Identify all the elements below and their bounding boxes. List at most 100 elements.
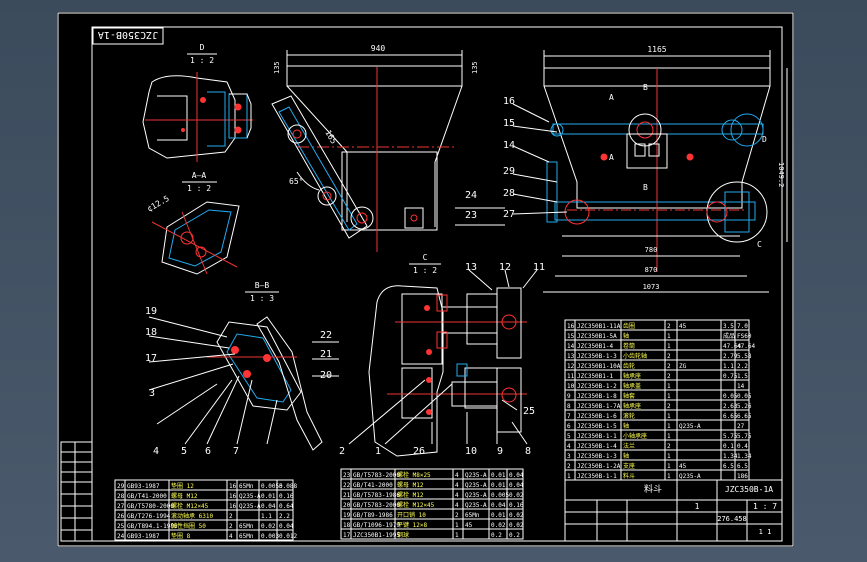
bom-right-cell: JZC350B-1-7A xyxy=(577,403,621,410)
detail-c-scale: 1 : 2 xyxy=(413,266,437,275)
drawing-sheet: JZC350B-1A D 1 : 2 A—A 1 : 2 ¢12.5 940 1… xyxy=(57,12,794,547)
bom-mid-cell: Q235-A xyxy=(465,482,487,489)
bom-right-cell: 16 xyxy=(567,323,575,330)
callout-21: 21 xyxy=(320,349,332,360)
bom-left-cell: 螺母 M12 xyxy=(171,492,198,500)
bom-mid-cell: 螺栓 M8×25 xyxy=(397,471,431,479)
bom-left-cell: GB/T41-2000 xyxy=(127,493,167,500)
bom-right-cell: JZC350B-1-4 xyxy=(577,443,617,450)
bom-right-cell: 15 xyxy=(567,333,575,340)
bom-mid-cell: Q235-A xyxy=(465,502,487,509)
bom-right-cell: 轴承座 xyxy=(623,402,641,410)
callout-29: 29 xyxy=(503,166,515,177)
bom-mid-cell: 4 xyxy=(455,472,459,479)
bom-right-cell: 5.58 xyxy=(737,353,752,360)
callout-8: 8 xyxy=(525,446,531,457)
bom-mid-cell: 0.2 xyxy=(491,532,502,539)
callout-3: 3 xyxy=(149,388,155,399)
callout-5: 5 xyxy=(181,446,187,457)
bom-right-cell: 小齿轮轴 xyxy=(623,352,647,360)
bom-right-cell: 2 xyxy=(667,373,671,380)
bom-right-cell: 0.05 xyxy=(723,393,738,400)
bom-mid-cell: 22 xyxy=(343,482,351,489)
bom-mid-cell: GB/T41-2000 xyxy=(353,482,393,489)
detail-bb-scale: 1 : 3 xyxy=(250,294,274,303)
bom-right-cell: JZC350B1-4 xyxy=(577,343,614,350)
section-mark-b2: B xyxy=(643,183,648,192)
section-mark-a2: A xyxy=(609,153,614,162)
dim-165: 165 xyxy=(323,129,338,146)
cad-viewport: JZC350B-1A D 1 : 2 A—A 1 : 2 ¢12.5 940 1… xyxy=(0,0,867,562)
callout-26: 26 xyxy=(413,446,425,457)
bom-right-cell: JZC350B-1-8 xyxy=(577,393,617,400)
bom-left-cell: GB93-1987 xyxy=(127,483,160,490)
title-block: 料斗 JZC350B-1A 1 276.458 1 : 7 1 1 xyxy=(564,479,783,542)
bom-right-cell: Q235-A xyxy=(679,423,701,430)
bom-right-cell: 1 xyxy=(667,463,671,470)
bom-left-cell: 0.04 xyxy=(279,523,294,530)
bom-left-cell: 0.04 xyxy=(261,503,276,510)
bom-left-cell: 28 xyxy=(117,493,125,500)
bom-mid-cell: 螺母 M12 xyxy=(397,481,424,489)
title-block-name: 料斗 xyxy=(644,483,662,495)
detail-mark-c: C xyxy=(757,240,762,249)
detail-c-view: C 1 : 2 xyxy=(368,253,527,457)
bom-right-cell: 1 xyxy=(667,423,671,430)
bom-right-cell: 4 xyxy=(567,443,571,450)
bom-left-cell: 2 xyxy=(229,523,233,530)
bom-right-cell: 1 xyxy=(667,333,671,340)
bom-mid-cell: GB/T5783-2000 xyxy=(353,502,400,509)
callout-14: 14 xyxy=(503,140,515,151)
bom-right-cell: JZC350B-1-1 xyxy=(577,433,617,440)
bom-left-cell: 垫圈 8 xyxy=(171,532,191,540)
bom-right-cell: 5.26 xyxy=(737,403,752,410)
title-block-scale: 1 : 7 xyxy=(753,502,777,511)
side-stamp-blocks xyxy=(60,441,93,542)
bom-left-cell: GB/T5780-2000 xyxy=(127,503,174,510)
bom-left-cell: 25 xyxy=(117,523,125,530)
bom-right-cell: JZC350B1-11A xyxy=(577,323,621,330)
bom-left-cell: 0.64 xyxy=(279,503,294,510)
bom-left-cell: Q235-A xyxy=(239,493,261,500)
callout-1: 1 xyxy=(375,446,381,457)
bom-mid-cell: 0.04 xyxy=(509,482,524,489)
bom-left-cell: 2.2 xyxy=(279,513,290,520)
callout-18: 18 xyxy=(145,327,157,338)
bom-right-cell: JZC350B1-10A xyxy=(577,363,621,370)
bom-left-cell: 2 xyxy=(229,513,233,520)
bom-right-cell: 7 xyxy=(567,413,571,420)
dim-vertical: 1049.2 xyxy=(777,162,785,187)
bom-right-cell: JZC350B-1-1 xyxy=(577,473,617,480)
bom-right-cell: 47.64 xyxy=(737,343,755,350)
bom-right-cell: 1 xyxy=(667,393,671,400)
bom-right-cell: ZG xyxy=(679,363,687,370)
bom-right-cell: 1 xyxy=(667,473,671,480)
detail-aa-view: A—A 1 : 2 ¢12.5 xyxy=(146,171,240,275)
bom-right-cell: 7.0 xyxy=(737,323,748,330)
callout-4: 4 xyxy=(153,446,159,457)
detail-c-title: C xyxy=(423,253,428,262)
bom-mid-cell: GB/T89-1986 xyxy=(353,512,393,519)
bom-left-cell: 65Mn xyxy=(239,483,254,490)
bom-left-cell: 27 xyxy=(117,503,125,510)
bom-left-cell: 1.1 xyxy=(261,513,272,520)
bom-mid-cell: 21 xyxy=(343,492,351,499)
callouts xyxy=(148,103,568,445)
bom-right-cell: 3 xyxy=(567,453,571,460)
bom-mid-cell: 4 xyxy=(455,502,459,509)
title-block-weight: 276.458 xyxy=(717,515,747,523)
hopper-front-view: 1165 1049.2 A B B A D C 780 870 1073 xyxy=(543,45,788,293)
callout-16: 16 xyxy=(503,96,515,107)
bom-right-cell: JZC350B-1-2 xyxy=(577,383,617,390)
bom-mid-cell: 20 xyxy=(343,502,351,509)
bom-left-cell: Q235-A xyxy=(239,503,261,510)
detail-mark-d: D xyxy=(762,135,767,144)
bom-left-cell: 0.16 xyxy=(279,493,294,500)
bom-right-cell: 滚轮 xyxy=(623,412,635,420)
bom-right-cell: 6.5 xyxy=(737,463,748,470)
bom-mid-cell: 0.16 xyxy=(509,502,524,509)
bom-mid-cell: GB/T1096-1979 xyxy=(353,522,400,529)
bom-mid-cell: 4 xyxy=(455,492,459,499)
bom-mid-cell: 0.01 xyxy=(491,482,506,489)
bom-right-cell: 1 xyxy=(667,433,671,440)
